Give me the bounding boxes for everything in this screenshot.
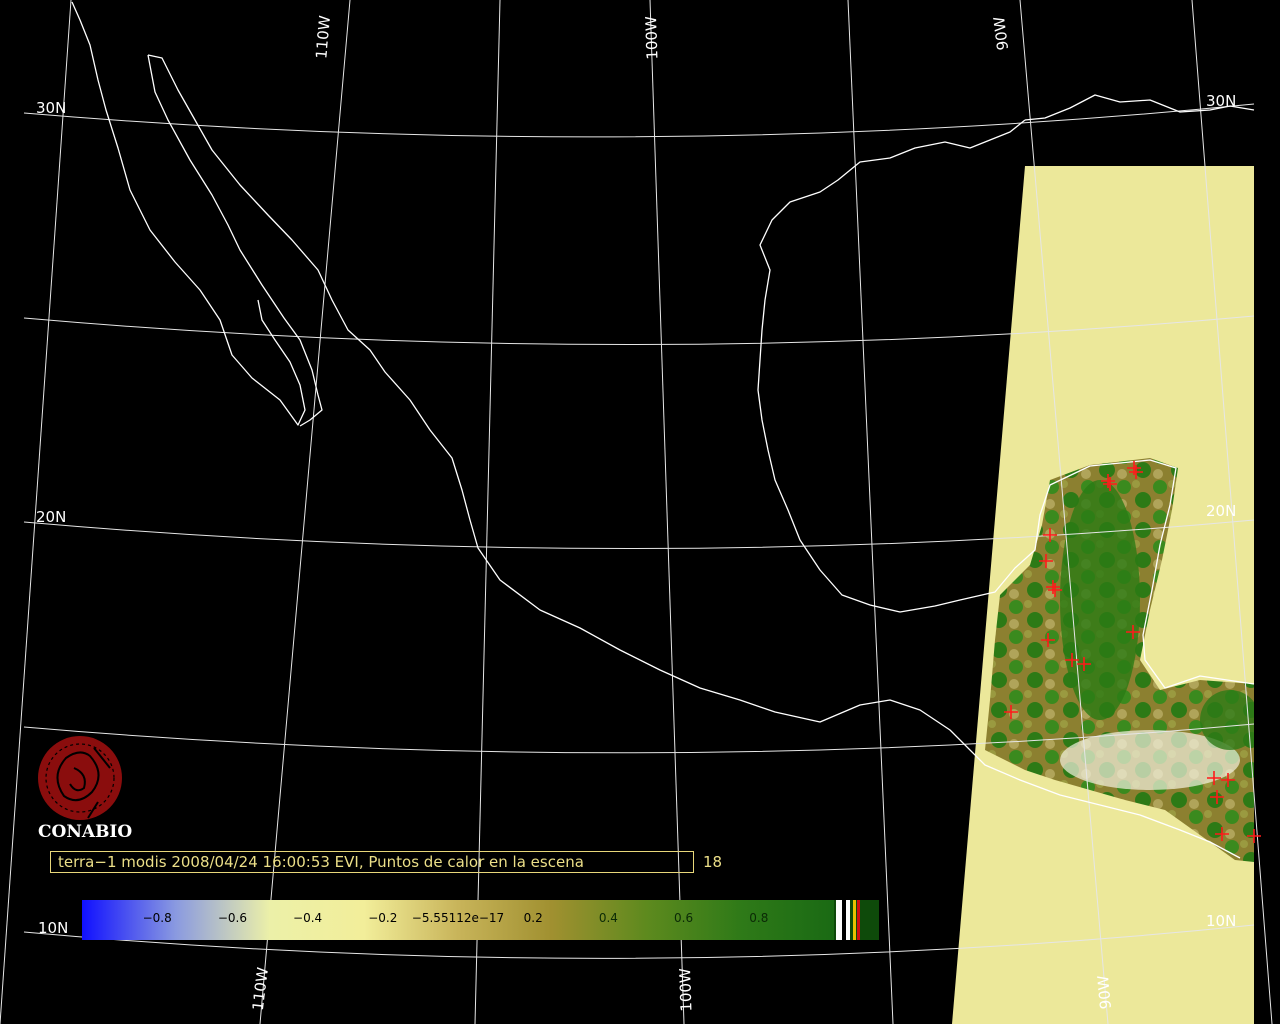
coastline-baja-gulf (147, 54, 323, 427)
colorbar-tick-label: −0.4 (293, 911, 323, 925)
colorbar-tick-label: −0.2 (368, 911, 398, 925)
colorbar-tick-label: −0.6 (217, 911, 247, 925)
colorbar-tick-label: 0.4 (598, 911, 618, 925)
hotspot-count: 18 (703, 853, 723, 871)
colorbar-tick-label: −0.8 (142, 911, 172, 925)
label-30n-left: 30N (36, 99, 66, 117)
colorbar-tail-swatch (857, 900, 860, 940)
colorbar-tick-label: 0.2 (523, 911, 543, 925)
label-30n-right: 30N (1206, 92, 1236, 110)
colorbar-tick-label: 0.6 (674, 911, 694, 925)
label-90w-top: 90W (990, 15, 1012, 51)
label-20n-left: 20N (36, 508, 66, 526)
label-110w-top: 110W (312, 15, 334, 60)
label-90w-bottom: 90W (1094, 974, 1115, 1010)
conabio-logo-text: CONABIO (38, 822, 133, 842)
coastline-baja-pacific (71, 1, 306, 426)
meridian-95w (847, 0, 894, 1024)
conabio-seal-icon (38, 736, 122, 820)
label-10n-left: 10N (38, 919, 68, 937)
label-100w-top: 100W (642, 16, 662, 60)
label-100w-bottom: 100W (676, 968, 696, 1012)
label-10n-right: 10N (1206, 912, 1236, 930)
colorbar-tick-label: 0.8 (749, 911, 769, 925)
label-110w-bottom: 110W (249, 966, 272, 1011)
colorbar-tail-swatch (853, 900, 856, 940)
evi-colorbar: −0.8 −0.6 −0.4 −0.2 −5.55112e−17 0.2 0.4 0.6 0.8 (82, 900, 879, 940)
label-20n-right: 20N (1206, 502, 1236, 520)
colorbar-tail-swatch (846, 900, 850, 940)
colorbar-tick-label: −5.55112e−17 (411, 911, 505, 925)
parallel-30n (23, 103, 1255, 138)
scene-caption: terra−1 modis 2008/04/24 16:00:53 EVI, P… (50, 851, 694, 873)
